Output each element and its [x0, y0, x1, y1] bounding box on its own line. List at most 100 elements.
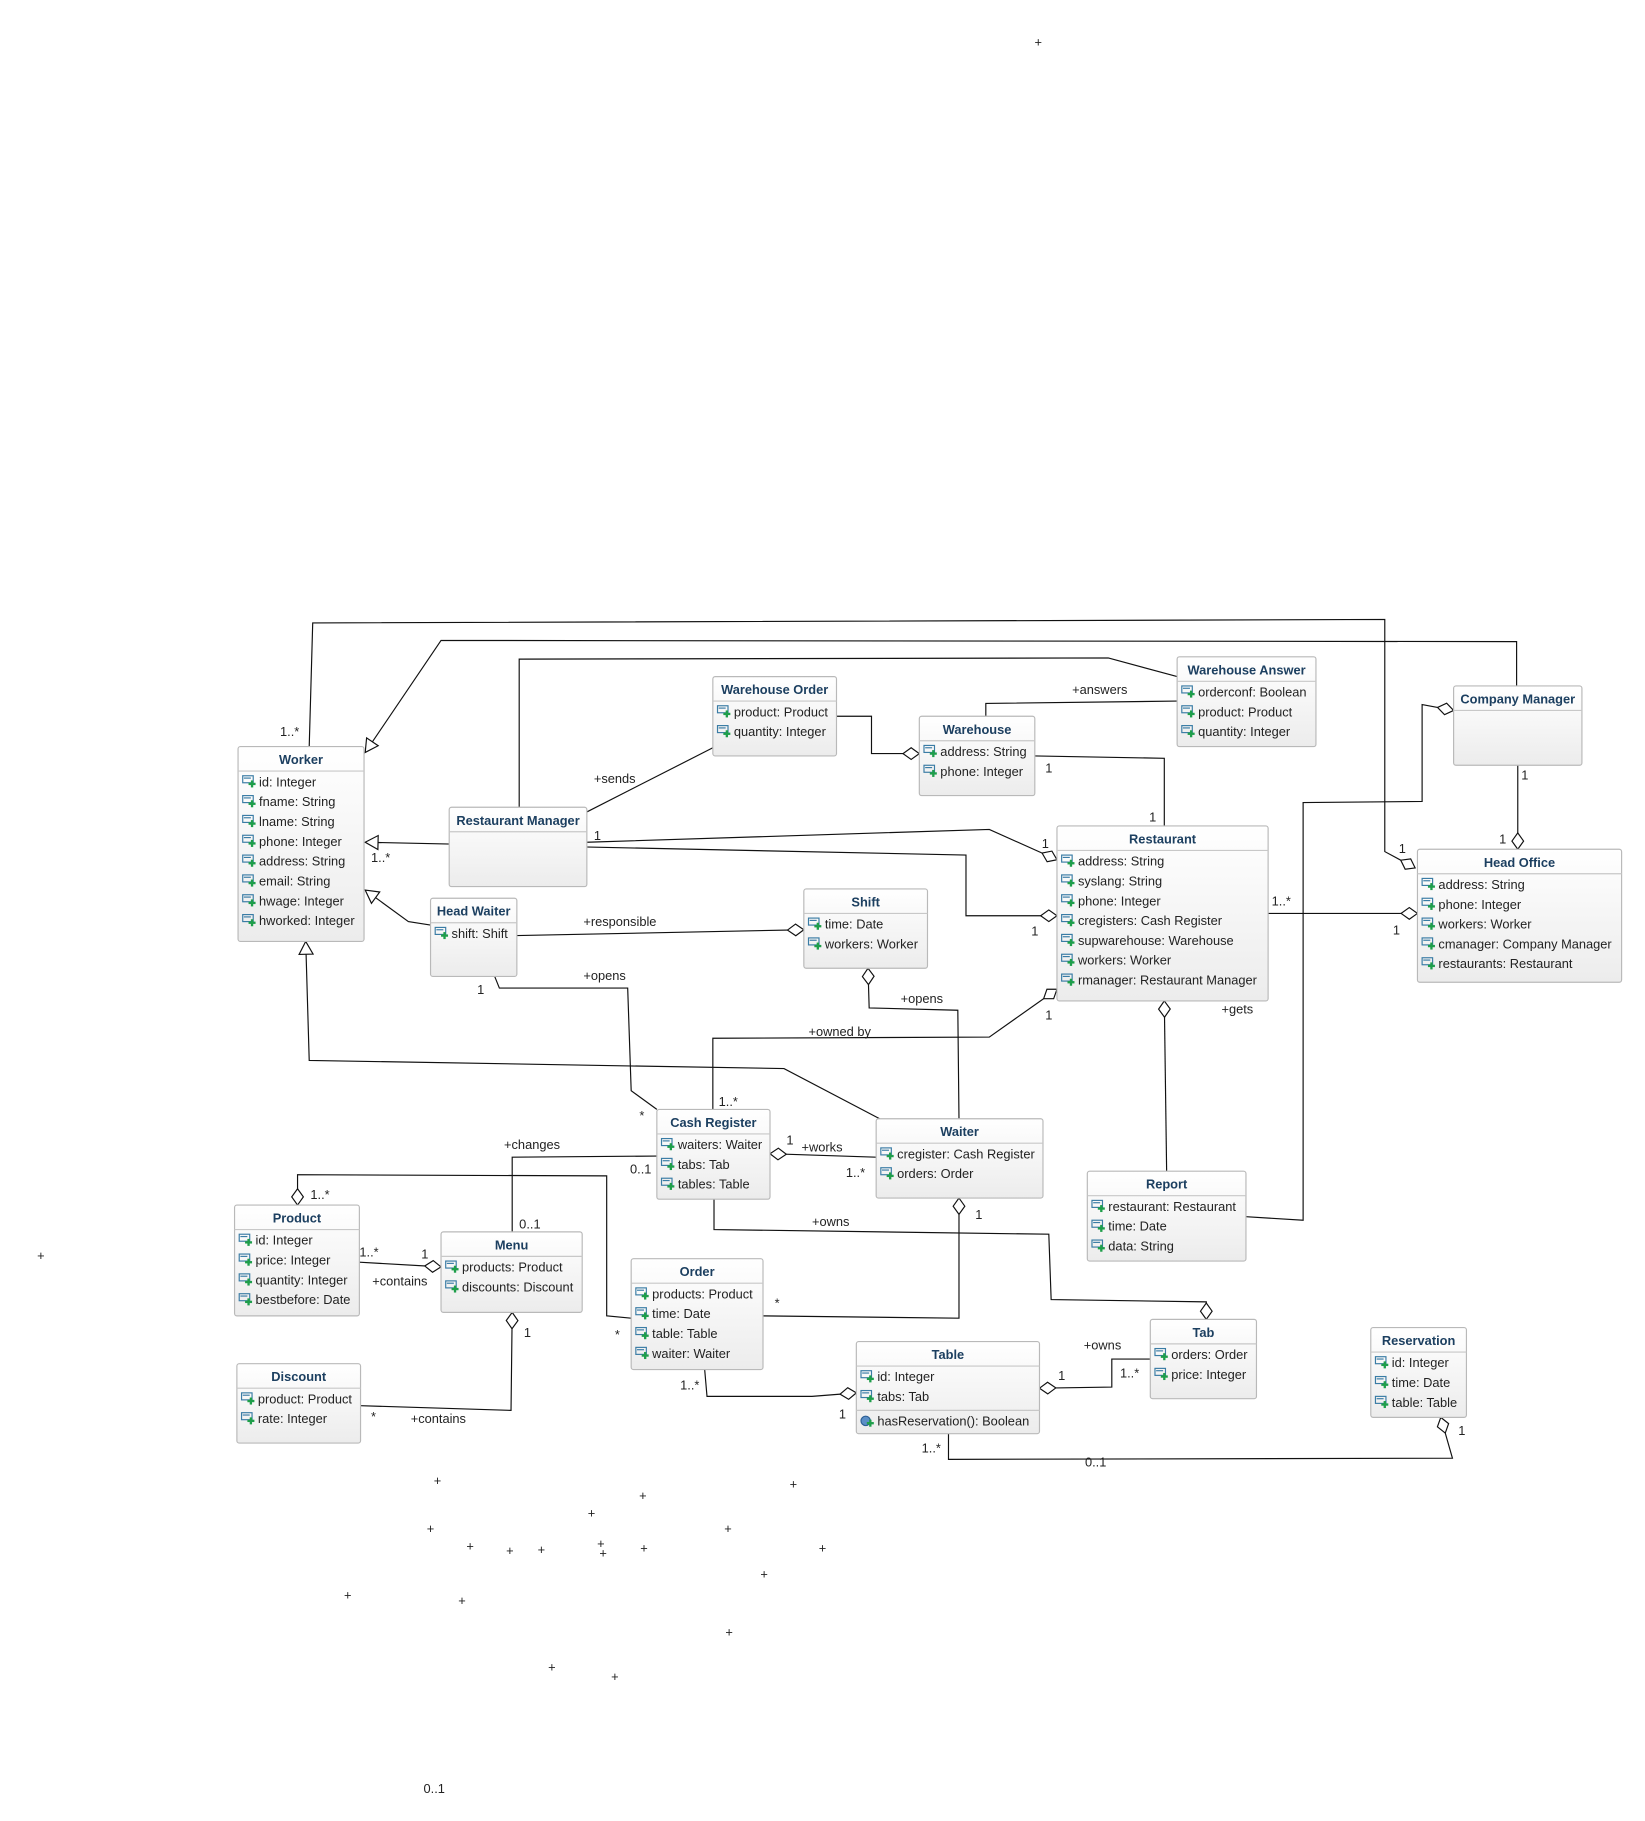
connector[interactable]	[1163, 1000, 1168, 1172]
multiplicity-label: 0..1	[424, 1781, 445, 1796]
class-table[interactable]: Table id: Integer tabs: Tab hasReservation(…	[855, 1340, 1041, 1435]
multiplicity-label: 1	[1058, 1368, 1065, 1383]
plus-marker: +	[458, 1593, 466, 1608]
class-product[interactable]: Product id: Integer price: Integer quantity…	[233, 1204, 360, 1317]
multiplicity-label: 1..*	[719, 1094, 738, 1109]
class-order[interactable]: Order products: Product time: Date table: T…	[630, 1258, 764, 1371]
class-menu[interactable]: Menu products: Product discounts: Discount	[440, 1231, 583, 1313]
attribute: time: Date	[1392, 1375, 1450, 1390]
multiplicity-label: 1..*	[846, 1165, 865, 1180]
role-label: +gets	[1221, 1002, 1253, 1017]
attribute: cregisters: Cash Register	[1078, 913, 1223, 928]
class-waiter[interactable]: Waiter cregister: Cash Register orders: Or…	[875, 1118, 1044, 1199]
association-line[interactable]	[1157, 999, 1171, 1172]
plus-marker: +	[1035, 35, 1042, 50]
role-label: +contains	[372, 1274, 427, 1289]
class-name: Worker	[279, 752, 323, 767]
attribute: orders: Order	[1171, 1347, 1248, 1362]
plus-marker: +	[344, 1587, 352, 1602]
class-head-office[interactable]: Head Office address: String phone: Integer…	[1416, 848, 1623, 983]
class-warehouse-order[interactable]: Warehouse Order product: Product quantity:…	[712, 676, 838, 757]
class-name: Order	[680, 1264, 715, 1279]
class-cash-register[interactable]: Cash Register waiters: Waiter tabs: Tab tab…	[656, 1108, 771, 1200]
connector[interactable]	[516, 929, 804, 937]
class-warehouse-answer[interactable]: Warehouse Answer orderconf: Boolean produc…	[1176, 656, 1317, 748]
association-line[interactable]	[586, 828, 1058, 863]
association-line[interactable]	[360, 1311, 519, 1411]
association-line[interactable]	[1268, 906, 1419, 920]
role-label: +responsible	[583, 914, 656, 929]
connector[interactable]	[836, 715, 920, 755]
attribute: cmanager: Company Manager	[1438, 936, 1612, 951]
connector[interactable]	[586, 828, 1058, 861]
class-discount[interactable]: Discount product: Product rate: Integer	[236, 1363, 362, 1444]
class-name: Shift	[851, 894, 880, 909]
aggregation-diamond-icon	[1436, 1416, 1450, 1435]
aggregation-diamond-icon	[861, 967, 875, 986]
class-name: Company Manager	[1460, 691, 1575, 706]
class-restaurant-manager[interactable]: Restaurant Manager	[448, 806, 588, 888]
class-tab[interactable]: Tab orders: Order price: Integer	[1149, 1318, 1258, 1400]
class-report[interactable]: Report restaurant: Restaurant time: Date da…	[1086, 1170, 1247, 1262]
attribute: id: Integer	[256, 1233, 314, 1248]
plus-marker: +	[640, 1541, 648, 1556]
role-label: +contains	[411, 1411, 466, 1426]
association-line[interactable]	[836, 715, 921, 761]
role-label: +answers	[1072, 682, 1127, 697]
class-company-manager[interactable]: Company Manager	[1453, 685, 1583, 766]
class-warehouse[interactable]: Warehouse address: String phone: Integer	[918, 715, 1036, 797]
connector[interactable]	[494, 976, 658, 1110]
attribute: phone: Integer	[259, 834, 342, 849]
multiplicity-label: 1..*	[280, 724, 299, 739]
multiplicity-label: 1	[421, 1247, 428, 1262]
associations-layer	[290, 618, 1525, 1460]
attribute: tabs: Tab	[678, 1157, 730, 1172]
plus-marker: +	[506, 1543, 514, 1558]
attribute: bestbefore: Date	[256, 1292, 351, 1307]
plus-marker: +	[724, 1521, 732, 1536]
connector[interactable]	[762, 1198, 960, 1319]
association-line[interactable]	[516, 923, 805, 937]
attribute: product: Product	[734, 704, 829, 719]
association-line[interactable]	[985, 700, 1178, 717]
connector[interactable]	[1034, 755, 1165, 826]
multiplicity-label: 1	[1045, 760, 1052, 775]
connector[interactable]	[985, 700, 1178, 717]
multiplicity-label: *	[639, 1108, 644, 1123]
role-label: +owns	[1084, 1338, 1121, 1353]
uml-class-diagram: Worker id: Integer fname: String lname: Str…	[37, 35, 1623, 1796]
association-line[interactable]	[704, 1369, 858, 1401]
class-head-waiter[interactable]: Head Waiter shift: Shift	[429, 897, 518, 977]
association-line[interactable]	[712, 988, 1058, 1110]
class-worker[interactable]: Worker id: Integer fname: String lname: Str…	[237, 746, 365, 942]
class-name: Report	[1146, 1177, 1188, 1192]
association-line[interactable]	[364, 889, 431, 926]
association-line[interactable]	[1034, 755, 1165, 826]
attribute: supwarehouse: Warehouse	[1078, 933, 1234, 948]
connector[interactable]	[360, 1312, 513, 1411]
attribute: quantity: Integer	[256, 1272, 349, 1287]
association-line[interactable]	[359, 1259, 443, 1273]
class-name: Waiter	[940, 1124, 979, 1139]
plus-marker: +	[588, 1506, 596, 1521]
attribute: phone: Integer	[1438, 897, 1521, 912]
attribute: waiter: Waiter	[651, 1346, 731, 1361]
plus-marker: +	[434, 1473, 442, 1488]
class-name: Table	[932, 1347, 965, 1362]
connector[interactable]	[704, 1369, 857, 1397]
attribute: time: Date	[652, 1306, 710, 1321]
attribute: address: String	[259, 854, 345, 869]
association-line[interactable]	[494, 976, 658, 1110]
aggregation-diamond-icon	[839, 1386, 858, 1401]
class-restaurant[interactable]: Restaurant address: String syslang: String…	[1056, 825, 1269, 1002]
attribute: workers: Worker	[1437, 917, 1532, 932]
class-reservation[interactable]: Reservation id: Integer time: Date table: T…	[1370, 1326, 1468, 1418]
attribute: waiters: Waiter	[677, 1137, 763, 1152]
multiplicity-label: 1..*	[1120, 1366, 1139, 1381]
attribute: id: Integer	[877, 1369, 935, 1384]
association-line[interactable]	[762, 1197, 966, 1319]
class-name: Reservation	[1382, 1333, 1456, 1348]
connector[interactable]	[712, 988, 1058, 1110]
aggregation-diamond-icon	[1042, 988, 1058, 1000]
class-shift[interactable]: Shift time: Date workers: Worker	[803, 888, 929, 969]
